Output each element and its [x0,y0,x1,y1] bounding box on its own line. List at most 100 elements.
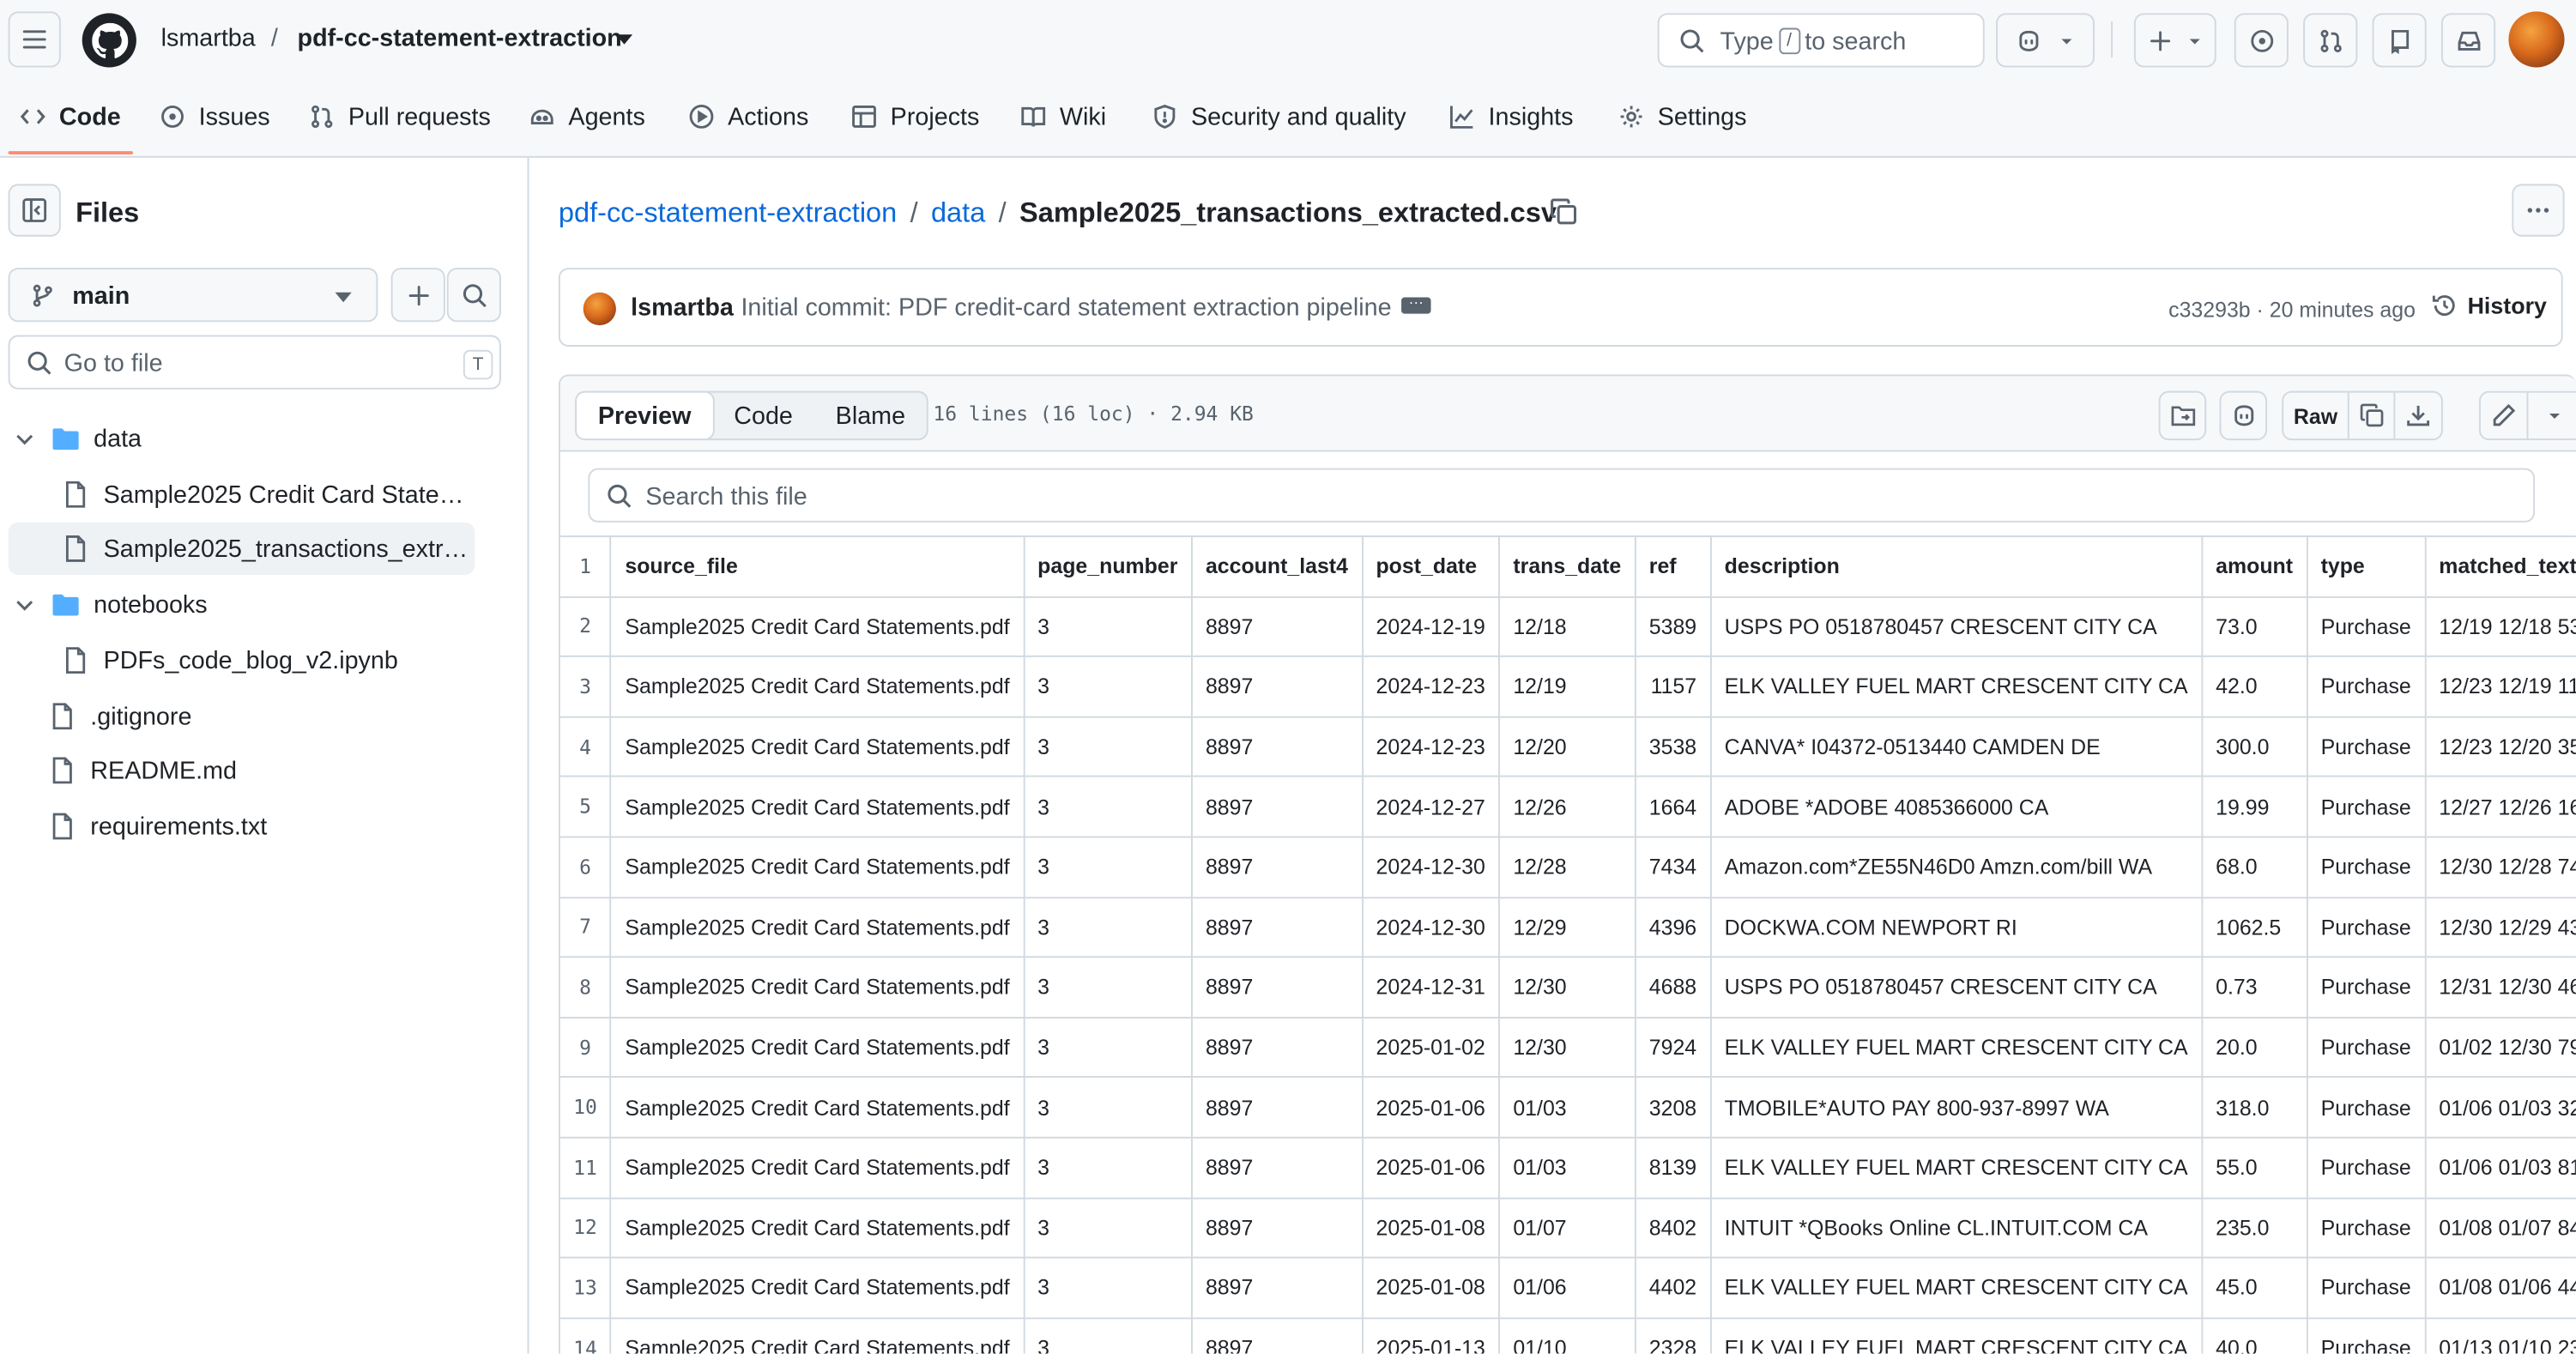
blame-tab[interactable]: Blame [814,393,927,439]
table-cell: 3 [1022,896,1193,958]
table-cell: 01/08 01/06 4402 [2424,1256,2576,1319]
tree-file-readme[interactable]: README.md [9,744,475,796]
global-search-input[interactable]: Type / to search [1657,13,1985,68]
tab-insights[interactable]: Insights [1449,88,1574,144]
repositories-button[interactable] [2372,13,2427,68]
more-options-button[interactable] [2512,184,2565,237]
code-tab[interactable]: Code [712,393,813,439]
add-file-button[interactable] [390,268,445,323]
collapse-sidebar-button[interactable] [8,184,61,237]
tree-file-notebook[interactable]: PDFs_code_blog_v2.ipynb [9,634,475,686]
path-folder-link[interactable]: data [931,197,985,228]
column-header: type [2306,535,2426,598]
table-cell: Purchase [2306,896,2426,958]
tree-file-csv[interactable]: Sample2025_transactions_extrac... [8,522,475,576]
notifications-button[interactable] [2440,13,2496,68]
copy-raw-button[interactable] [2349,392,2396,439]
tab-pull-requests[interactable]: Pull requests [309,88,491,144]
tab-issues[interactable]: Issues [160,88,270,144]
table-cell: 12/19 12/18 5389 [2424,595,2576,658]
repo-link[interactable]: pdf-cc-statement-extraction [298,25,622,53]
table-cell: 3 [1022,1316,1193,1354]
table-cell: Sample2025 Credit Card Statements.pdf [610,716,1025,778]
table-cell: 01/06 01/03 8139 [2424,1136,2576,1199]
commit-message[interactable]: Initial commit: PDF credit-card statemen… [741,294,1391,323]
file-icon [52,703,72,730]
branch-selector[interactable]: main [8,268,378,323]
search-this-file-input[interactable]: Search this file [588,468,2536,523]
search-icon [1680,29,1704,53]
chevron-down-icon [2189,38,2200,44]
tab-wiki[interactable]: Wiki [1020,88,1106,144]
table-cell: TMOBILE*AUTO PAY 800-937-8997 WA [1709,1076,2203,1139]
your-issues-button[interactable] [2234,13,2289,68]
tab-actions[interactable]: Actions [688,88,808,144]
commit-author-avatar[interactable] [583,292,616,326]
tab-agents[interactable]: Agents [529,88,645,144]
table-cell: ELK VALLEY FUEL MART CRESCENT CITY CA [1709,1016,2203,1079]
expand-commit-icon[interactable]: ··· [1401,295,1431,314]
preview-tab[interactable]: Preview [576,392,715,439]
repo-dropdown-caret-icon[interactable] [615,34,633,45]
table-row: 13 Sample2025 Credit Card Statements.pdf 3… [559,1256,2576,1319]
table-cell: 12/30 12/28 7434 [2424,836,2576,898]
file-tree-sidebar: Files main Go to file T data Sample2025 … [0,157,529,1354]
repo-header: lsmartba / pdf-cc-statement-extraction T… [0,0,2576,158]
download-button[interactable] [2395,393,2441,439]
menu-button[interactable] [8,11,61,68]
tree-file-gitignore[interactable]: .gitignore [9,690,475,742]
branch-icon [33,284,52,307]
path-repo-link[interactable]: pdf-cc-statement-extraction [559,197,897,228]
tab-code[interactable]: Code [20,88,121,144]
go-to-file-input[interactable]: Go to file T [8,335,501,390]
commit-meta[interactable]: c33293b · 20 minutes ago [2168,298,2416,323]
table-cell: 1157 [1634,656,1712,718]
path-current-file: Sample2025_transactions_extracted.csv [1019,196,1557,229]
table-row: 11 Sample2025 Credit Card Statements.pdf 3… [559,1136,2576,1199]
table-header-row: 1 source_file page_number account_last4 … [559,535,2576,598]
search-files-button[interactable] [446,268,501,323]
table-cell: USPS PO 0518780457 CRESCENT CITY CA [1709,956,2203,1019]
tree-file-pdf[interactable]: Sample2025 Credit Card Statem... [9,468,475,521]
latest-commit-bar: lsmartba Initial commit: PDF credit-card… [558,268,2563,347]
line-number: 4 [559,716,613,778]
commit-author[interactable]: lsmartba [631,294,734,323]
file-icon [52,813,72,840]
table-cell: 8897 [1190,716,1364,778]
create-new-button[interactable] [2133,13,2216,68]
user-avatar[interactable] [2508,11,2565,68]
table-cell: 3 [1022,1136,1193,1199]
line-number: 2 [559,595,613,658]
tab-projects[interactable]: Projects [851,88,979,144]
table-cell: 3208 [1634,1076,1712,1139]
line-number: 10 [559,1076,613,1139]
tab-settings-label: Settings [1657,102,1747,131]
hamburger-icon [22,30,46,49]
copilot-button[interactable] [1996,13,2095,68]
raw-button[interactable]: Raw [2283,392,2349,439]
tab-settings[interactable]: Settings [1618,88,1747,144]
edit-file-button[interactable] [2481,392,2529,439]
tree-file-requirements[interactable]: requirements.txt [9,800,475,852]
owner-link[interactable]: lsmartba [161,25,256,53]
your-pull-requests-button[interactable] [2303,13,2358,68]
move-file-button[interactable] [2158,390,2207,441]
edit-options-button[interactable] [2528,393,2576,439]
github-logo-icon[interactable] [82,13,136,68]
table-cell: 2328 [1634,1316,1712,1354]
table-cell: 12/18 [1498,595,1636,658]
copy-icon[interactable] [1549,197,1578,227]
copilot-file-button[interactable] [2219,390,2268,441]
tree-folder-data[interactable]: data [9,413,475,465]
history-button[interactable]: History [2431,293,2547,318]
table-cell: Purchase [2306,656,2426,718]
table-cell: 2025-01-06 [1361,1136,1501,1199]
table-cell: 42.0 [2200,656,2308,718]
table-row: 5 Sample2025 Credit Card Statements.pdf 3 8… [559,776,2576,838]
tree-folder-notebooks[interactable]: notebooks [9,578,475,631]
pencil-icon [2493,403,2516,426]
table-cell: 8402 [1634,1196,1712,1259]
tab-security[interactable]: Security and quality [1152,88,1406,144]
table-cell: 01/03 [1498,1076,1636,1139]
raw-copy-download-group: Raw [2282,390,2443,441]
